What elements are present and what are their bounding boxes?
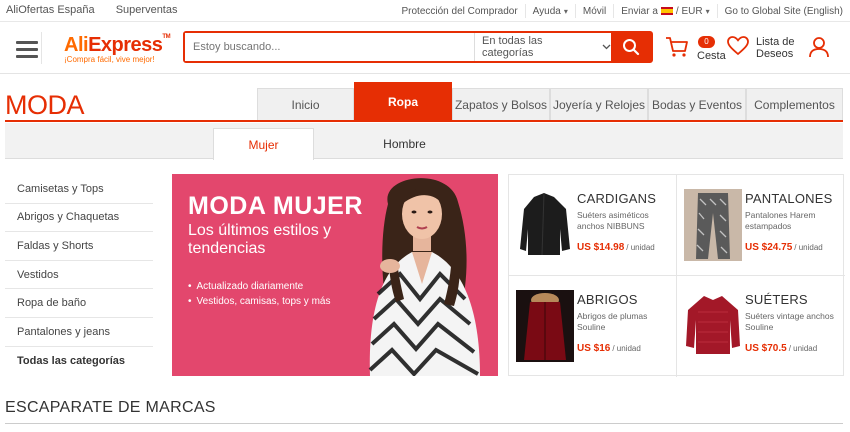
tab-ropa[interactable]: Ropa <box>354 82 452 120</box>
cardigan-image <box>520 192 570 256</box>
banner-bullets: Actualizado diariamente Vestidos, camisa… <box>188 281 331 311</box>
account-button[interactable] <box>808 36 830 63</box>
product-name: ABRIGOS <box>577 292 638 307</box>
product-desc: Suéters asiméticos anchos NIBBUNS <box>577 210 649 231</box>
search-bar: En todas las categorías <box>183 31 653 63</box>
nav-divider <box>5 120 843 122</box>
brands-heading: ESCAPARATE DE MARCAS <box>5 399 216 416</box>
product-name: PANTALONES <box>745 191 833 206</box>
tab-zapatos-bolsos[interactable]: Zapatos y Bolsos <box>452 88 550 120</box>
spain-flag-icon <box>660 7 673 15</box>
link-superventas[interactable]: Superventas <box>116 4 178 16</box>
cart-count-badge: 0 <box>698 36 715 48</box>
menu-icon[interactable] <box>6 32 42 64</box>
logo-tagline: ¡Compra fácil, vive mejor! <box>64 55 155 64</box>
search-category-label: En todas las categorías <box>482 35 543 59</box>
mobile-label: Móvil <box>582 5 607 17</box>
ship-to-selector[interactable]: Enviar a / EUR ▾ <box>613 4 716 18</box>
mobile-link[interactable]: Móvil <box>574 4 613 18</box>
buyer-protection-link[interactable]: Protección del Comprador <box>395 4 525 18</box>
chevron-down-icon: ▾ <box>563 6 568 16</box>
search-category-select[interactable]: En todas las categorías <box>474 33 611 61</box>
global-site-label: Go to Global Site (English) <box>724 5 843 17</box>
cart-icon <box>666 37 688 57</box>
product-name: CARDIGANS <box>577 191 657 206</box>
wishlist-label: Lista de Deseos <box>756 36 795 60</box>
product-card-sueters[interactable]: SUÉTERS Suéters vintage anchos Souline U… <box>677 276 845 377</box>
tab-inicio[interactable]: Inicio <box>257 88 354 120</box>
category-tabs: Inicio Ropa Zapatos y Bolsos Joyería y R… <box>257 82 843 120</box>
link-aliofertas[interactable]: AliOfertas España <box>6 4 95 16</box>
currency-label: EUR <box>681 5 703 17</box>
model-image <box>368 178 480 376</box>
price-unit: / unidad <box>626 243 655 252</box>
sidebar-item-vestidos[interactable]: Vestidos <box>5 261 153 290</box>
price-value: US $70.5 <box>745 343 787 354</box>
product-name: SUÉTERS <box>745 292 808 307</box>
chevron-down-icon: ▾ <box>705 6 710 16</box>
help-label: Ayuda <box>532 5 561 17</box>
logo-ali-text: Ali <box>64 34 89 56</box>
help-menu[interactable]: Ayuda ▾ <box>524 4 575 18</box>
sidebar-item-abrigos[interactable]: Abrigos y Chaquetas <box>5 204 153 233</box>
buyer-protection-label: Protección del Comprador <box>401 5 518 17</box>
top-bar: AliOfertas España Superventas Protección… <box>0 0 850 22</box>
category-nav: MODA Inicio Ropa Zapatos y Bolsos Joyerí… <box>0 82 850 122</box>
category-sidebar: Camisetas y Tops Abrigos y Chaquetas Fal… <box>5 175 153 375</box>
price-unit: / unidad <box>788 344 818 353</box>
tab-joyeria-relojes[interactable]: Joyería y Relojes <box>550 88 648 120</box>
aliexpress-logo[interactable]: AliExpressTM ¡Compra fácil, vive mejor! <box>64 34 171 64</box>
product-price: US $16/ unidad <box>577 343 641 354</box>
sidebar-item-ropa-bano[interactable]: Ropa de baño <box>5 289 153 318</box>
product-price: US $14.98/ unidad <box>577 242 655 253</box>
heart-icon <box>727 36 749 56</box>
tab-complementos[interactable]: Complementos <box>746 88 843 120</box>
product-desc: Suéters vintage anchos Souline <box>745 311 834 332</box>
ship-to-label: Enviar a <box>621 5 658 17</box>
product-card-pantalones[interactable]: PANTALONES Pantalones Harem estampados U… <box>677 175 845 276</box>
tab-hombre[interactable]: Hombre <box>354 128 455 160</box>
featured-products: CARDIGANS Suéters asiméticos anchos NIBB… <box>508 174 845 377</box>
product-card-cardigans[interactable]: CARDIGANS Suéters asiméticos anchos NIBB… <box>509 175 677 276</box>
banner-bullet: Vestidos, camisas, tops y más <box>188 296 331 307</box>
pants-image <box>684 189 742 261</box>
page-title: MODA <box>5 90 85 120</box>
gender-tabs: Mujer Hombre <box>5 123 843 160</box>
wishlist-button[interactable]: Lista de Deseos <box>727 36 795 61</box>
sidebar-item-pantalones[interactable]: Pantalones y jeans <box>5 318 153 347</box>
sidebar-item-faldas[interactable]: Faldas y Shorts <box>5 232 153 261</box>
product-price: US $70.5/ unidad <box>745 343 817 354</box>
brands-divider <box>5 423 843 424</box>
product-desc: Pantalones Harem estampados <box>745 210 816 231</box>
price-unit: / unidad <box>612 344 641 353</box>
coat-image <box>516 290 574 362</box>
promo-banner[interactable]: MODA MUJER Los últimos estilos y tendenc… <box>172 174 498 376</box>
search-input[interactable] <box>185 33 474 61</box>
product-desc: Abrigos de plumas Souline <box>577 311 648 332</box>
search-button[interactable] <box>611 33 651 61</box>
tab-mujer[interactable]: Mujer <box>213 128 314 160</box>
separator: / <box>675 5 679 17</box>
cart-button[interactable]: 0 Cesta <box>665 36 726 63</box>
search-icon <box>623 39 640 56</box>
price-value: US $24.75 <box>745 242 793 253</box>
price-unit: / unidad <box>794 243 823 252</box>
logo-express-text: Express <box>88 34 163 56</box>
banner-title: MODA MUJER <box>188 192 363 220</box>
user-icon <box>809 37 829 58</box>
header: AliExpressTM ¡Compra fácil, vive mejor! … <box>0 22 850 74</box>
price-value: US $14.98 <box>577 242 625 253</box>
sweater-image <box>686 296 740 354</box>
product-price: US $24.75/ unidad <box>745 242 823 253</box>
cart-label: Cesta <box>697 50 726 62</box>
sidebar-item-camisetas[interactable]: Camisetas y Tops <box>5 175 153 204</box>
global-site-link[interactable]: Go to Global Site (English) <box>716 4 850 18</box>
banner-bullet: Actualizado diariamente <box>188 281 330 292</box>
chevron-down-icon <box>602 42 611 52</box>
sidebar-item-todas[interactable]: Todas las categorías <box>5 347 153 376</box>
price-value: US $16 <box>577 343 611 354</box>
tab-bodas-eventos[interactable]: Bodas y Eventos <box>648 88 746 120</box>
product-card-abrigos[interactable]: ABRIGOS Abrigos de plumas Souline US $16… <box>509 276 677 377</box>
